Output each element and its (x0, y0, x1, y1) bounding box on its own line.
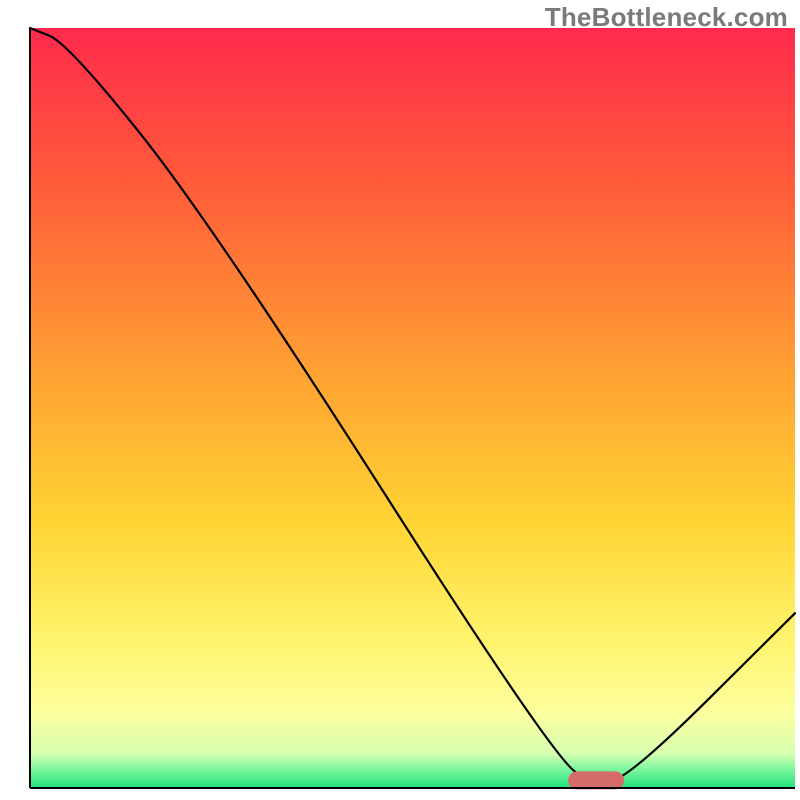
optimal-marker (568, 771, 624, 789)
bottleneck-chart: TheBottleneck.com (0, 0, 800, 800)
plot-background (30, 28, 795, 788)
chart-svg (0, 0, 800, 800)
